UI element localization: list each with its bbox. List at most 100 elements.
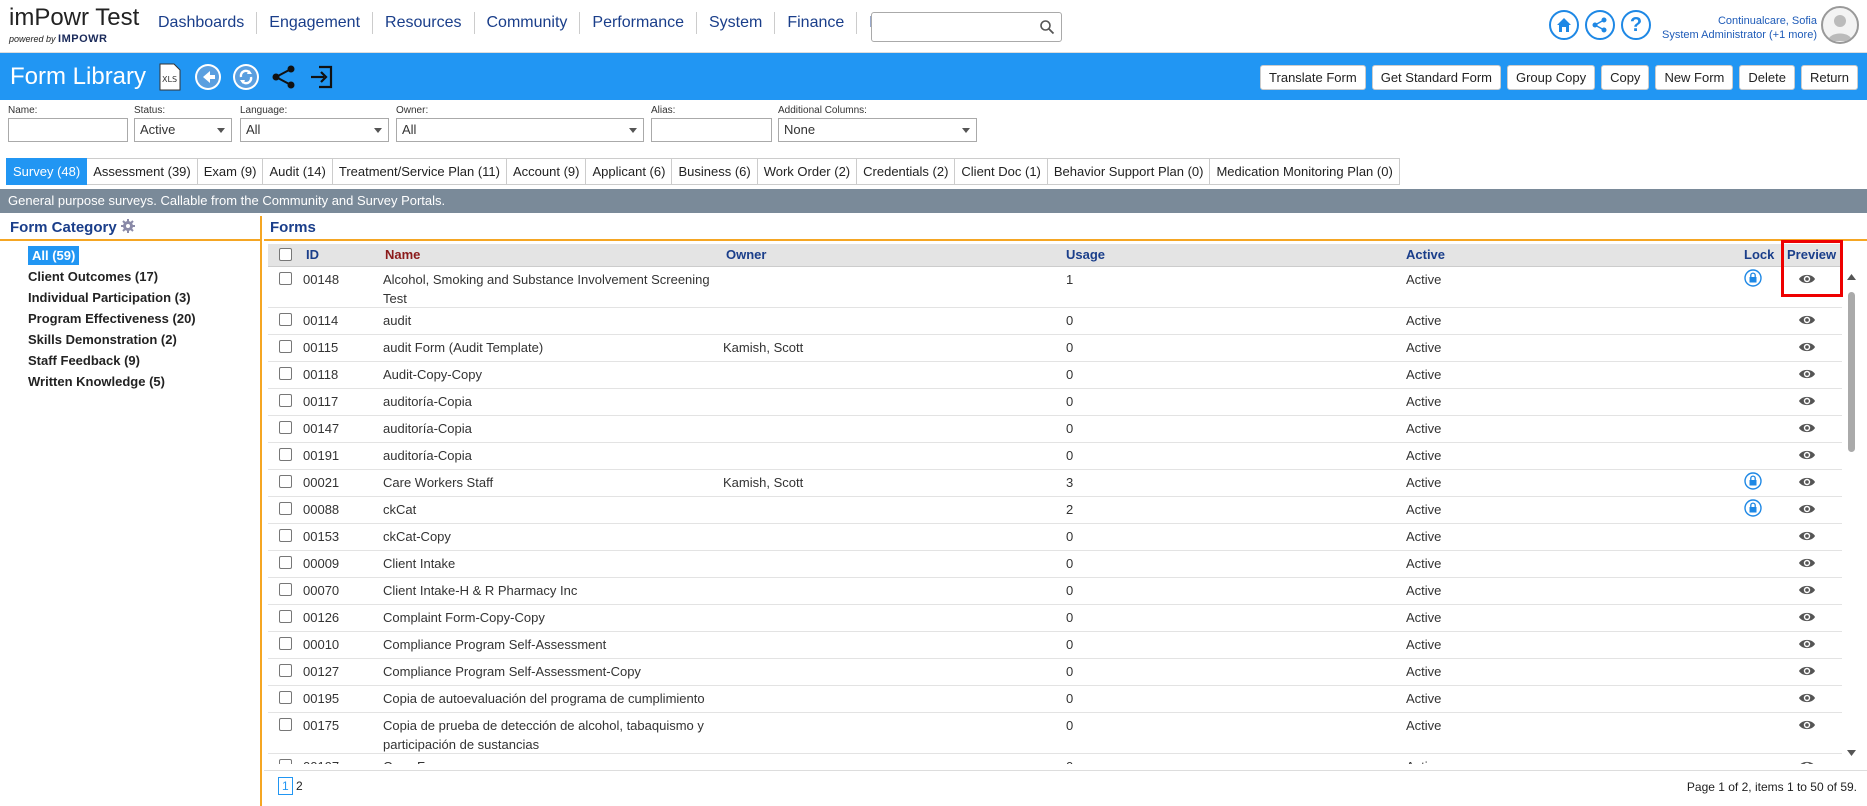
row-checkbox[interactable] <box>279 421 292 434</box>
lock-icon[interactable] <box>1744 269 1762 290</box>
user-info[interactable]: Continualcare, Sofia System Administrato… <box>1662 14 1817 42</box>
row-name[interactable]: Client Intake <box>383 554 723 573</box>
row-name[interactable]: auditoría-Copia <box>383 419 723 438</box>
column-name[interactable]: Name <box>385 247 420 262</box>
column-id[interactable]: ID <box>306 247 319 262</box>
xls-icon[interactable]: XLS <box>155 62 185 92</box>
row-name[interactable]: Copia de prueba de detección de alcohol,… <box>383 716 723 754</box>
preview-eye-icon[interactable] <box>1798 610 1816 627</box>
scroll-thumb[interactable] <box>1848 292 1855 452</box>
table-row[interactable]: 00070 Client Intake-H & R Pharmacy Inc 0 Ac… <box>268 578 1842 605</box>
tab-exam[interactable]: Exam (9) <box>197 158 264 185</box>
menu-finance[interactable]: Finance <box>775 12 858 34</box>
tab-assessment[interactable]: Assessment (39) <box>87 158 198 185</box>
scroll-down-icon[interactable] <box>1845 748 1858 758</box>
row-checkbox[interactable] <box>279 367 292 380</box>
page-2-link[interactable]: 2 <box>296 777 303 795</box>
table-row[interactable]: 00175 Copia de prueba de detección de alc… <box>268 713 1842 754</box>
exit-icon[interactable] <box>307 62 337 92</box>
preview-eye-icon[interactable] <box>1798 637 1816 654</box>
table-row[interactable]: 00127 Compliance Program Self-Assessment-… <box>268 659 1842 686</box>
row-checkbox[interactable] <box>279 583 292 596</box>
table-row[interactable]: 00118 Audit-Copy-Copy 0 Active <box>268 362 1842 389</box>
preview-eye-icon[interactable] <box>1798 691 1816 708</box>
row-name[interactable]: Audit-Copy-Copy <box>383 365 723 384</box>
gear-icon[interactable] <box>120 219 135 233</box>
row-name[interactable]: Client Intake-H & R Pharmacy Inc <box>383 581 723 600</box>
row-checkbox[interactable] <box>279 610 292 623</box>
row-checkbox[interactable] <box>279 340 292 353</box>
row-checkbox[interactable] <box>279 502 292 515</box>
row-name[interactable]: Copy Form <box>383 757 723 764</box>
name-filter-input[interactable] <box>8 118 128 142</box>
row-checkbox[interactable] <box>279 759 292 764</box>
tab-survey[interactable]: Survey (48) <box>6 158 88 185</box>
row-checkbox[interactable] <box>279 529 292 542</box>
preview-eye-icon[interactable] <box>1798 421 1816 438</box>
preview-eye-icon[interactable] <box>1798 583 1816 600</box>
column-lock[interactable]: Lock <box>1744 247 1774 262</box>
menu-community[interactable]: Community <box>475 12 581 34</box>
user-name[interactable]: Continualcare, Sofia <box>1662 14 1817 28</box>
row-checkbox[interactable] <box>279 691 292 704</box>
alias-filter-input[interactable] <box>651 118 772 142</box>
user-role[interactable]: System Administrator (+1 more) <box>1662 28 1817 42</box>
table-row[interactable]: 00009 Client Intake 0 Active <box>268 551 1842 578</box>
row-checkbox[interactable] <box>279 394 292 407</box>
tab-account[interactable]: Account (9) <box>506 158 587 185</box>
tab-audit[interactable]: Audit (14) <box>263 158 333 185</box>
scroll-up-icon[interactable] <box>1845 272 1858 282</box>
preview-eye-icon[interactable] <box>1798 340 1816 357</box>
row-checkbox[interactable] <box>279 272 292 285</box>
preview-eye-icon[interactable] <box>1798 502 1816 519</box>
translate-form-button[interactable]: Translate Form <box>1260 65 1366 90</box>
table-row[interactable]: 00021 Care Workers Staff Kamish, Scott 3 Act… <box>268 470 1842 497</box>
search-icon[interactable] <box>1039 19 1055 35</box>
home-icon[interactable] <box>1549 10 1579 40</box>
row-checkbox[interactable] <box>279 313 292 326</box>
owner-filter-select[interactable]: All <box>396 118 644 142</box>
return-button[interactable]: Return <box>1800 65 1858 90</box>
table-row[interactable]: 00115 audit Form (Audit Template) Kamish, … <box>268 335 1842 362</box>
page-1-link[interactable]: 1 <box>278 777 293 795</box>
group-copy-button[interactable]: Group Copy <box>1506 65 1596 90</box>
row-name[interactable]: auditoría-Copia <box>383 392 723 411</box>
brand[interactable]: imPowr Test powered by IMPOWR <box>9 5 139 46</box>
copy-button[interactable]: Copy <box>1601 65 1650 90</box>
category-individual-participation[interactable]: Individual Participation (3) <box>28 287 260 308</box>
category-all[interactable]: All (59) <box>28 245 260 266</box>
table-row[interactable]: 00147 auditoría-Copia 0 Active <box>268 416 1842 443</box>
row-checkbox[interactable] <box>279 718 292 731</box>
category-staff-feedback[interactable]: Staff Feedback (9) <box>28 350 260 371</box>
language-filter-select[interactable]: All <box>240 118 389 142</box>
preview-eye-icon[interactable] <box>1798 529 1816 546</box>
tab-business[interactable]: Business (6) <box>672 158 758 185</box>
category-program-effectiveness[interactable]: Program Effectiveness (20) <box>28 308 260 329</box>
row-name[interactable]: ckCat-Copy <box>383 527 723 546</box>
table-row[interactable]: 00153 ckCat-Copy 0 Active <box>268 524 1842 551</box>
tab-applicant[interactable]: Applicant (6) <box>586 158 673 185</box>
new-form-button[interactable]: New Form <box>1655 65 1734 90</box>
network-share-icon[interactable] <box>1585 10 1615 40</box>
refresh-icon[interactable] <box>231 62 261 92</box>
table-row[interactable]: 00195 Copia de autoevaluación del program… <box>268 686 1842 713</box>
preview-eye-icon[interactable] <box>1798 664 1816 681</box>
category-client-outcomes[interactable]: Client Outcomes (17) <box>28 266 260 287</box>
row-name[interactable]: Alcohol, Smoking and Substance Involveme… <box>383 270 723 308</box>
status-filter-select[interactable]: Active <box>134 118 232 142</box>
menu-system[interactable]: System <box>697 12 776 34</box>
tab-treatment-service-plan[interactable]: Treatment/Service Plan (11) <box>332 158 507 185</box>
row-checkbox[interactable] <box>279 448 292 461</box>
lock-icon[interactable] <box>1744 472 1762 493</box>
column-active[interactable]: Active <box>1406 247 1445 262</box>
grid-scrollbar[interactable] <box>1845 272 1858 762</box>
search-input[interactable] <box>871 12 1062 42</box>
table-row[interactable]: 00191 auditoría-Copia 0 Active <box>268 443 1842 470</box>
row-checkbox[interactable] <box>279 664 292 677</box>
table-row[interactable]: 00197 Copy Form 0 Active <box>268 754 1842 764</box>
row-checkbox[interactable] <box>279 475 292 488</box>
back-icon[interactable] <box>193 62 223 92</box>
preview-eye-icon[interactable] <box>1798 367 1816 384</box>
row-name[interactable]: Complaint Form-Copy-Copy <box>383 608 723 627</box>
tab-medication-monitoring-plan[interactable]: Medication Monitoring Plan (0) <box>1210 158 1400 185</box>
